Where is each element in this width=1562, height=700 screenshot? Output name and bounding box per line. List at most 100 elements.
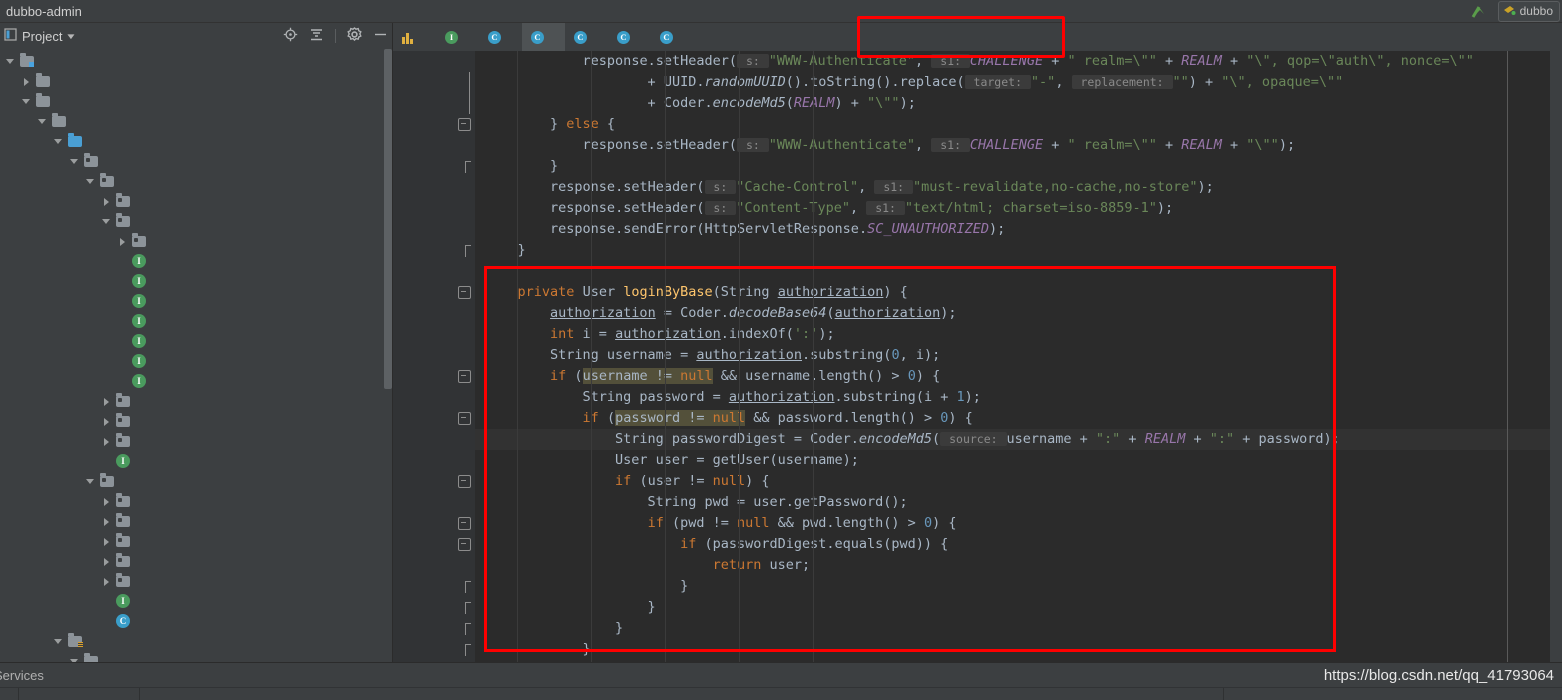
tree-node-util[interactable] bbox=[0, 571, 392, 591]
tree-node-biz-common-i18n[interactable] bbox=[0, 191, 392, 211]
tree-node-dubbo-admin[interactable] bbox=[0, 51, 392, 71]
editor-tab-userservice-java[interactable]: I bbox=[436, 23, 479, 51]
gutter-line-137[interactable] bbox=[393, 93, 475, 114]
twisty[interactable] bbox=[117, 276, 128, 287]
minimize-icon[interactable] bbox=[373, 27, 388, 45]
fold-marker-minus[interactable] bbox=[458, 412, 471, 425]
fold-marker-up[interactable] bbox=[465, 643, 471, 656]
twisty[interactable] bbox=[101, 536, 112, 547]
tree-node-governance[interactable] bbox=[0, 171, 392, 191]
fold-marker-bar[interactable] bbox=[469, 72, 471, 93]
code-line-135[interactable]: response.setHeader( s: "WWW-Authenticate… bbox=[475, 51, 1550, 72]
twisty[interactable] bbox=[101, 436, 112, 447]
twisty[interactable] bbox=[101, 496, 112, 507]
fold-marker-minus[interactable] bbox=[458, 118, 471, 131]
tree-node-userservice[interactable]: I bbox=[0, 371, 392, 391]
gutter-line-155[interactable] bbox=[393, 471, 475, 492]
services-tool-window-button[interactable]: Services bbox=[0, 668, 44, 683]
code-line-144[interactable]: } bbox=[475, 240, 1550, 261]
chevron-down-icon[interactable]: ▼ bbox=[65, 32, 77, 41]
gutter-line-150[interactable] bbox=[393, 366, 475, 387]
tree-node-status[interactable] bbox=[0, 551, 392, 571]
gutter-line-152[interactable] bbox=[393, 408, 475, 429]
tree-node-consumerservice[interactable]: I bbox=[0, 271, 392, 291]
gutter-line-157[interactable] bbox=[393, 513, 475, 534]
code-line-148[interactable]: int i = authorization.indexOf(':'); bbox=[475, 324, 1550, 345]
code-line-146[interactable]: private User loginByBase(String authoriz… bbox=[475, 282, 1550, 303]
tree-node-src[interactable] bbox=[0, 91, 392, 111]
gutter-line-161[interactable] bbox=[393, 597, 475, 618]
tree-node-overrideservice[interactable]: I bbox=[0, 291, 392, 311]
editor-gutter[interactable] bbox=[393, 51, 475, 662]
gutter-line-142[interactable] bbox=[393, 198, 475, 219]
twisty[interactable] bbox=[117, 316, 128, 327]
twisty[interactable] bbox=[53, 636, 64, 647]
run-configuration-selector[interactable]: dubbo bbox=[1497, 0, 1560, 22]
fold-marker-up[interactable] bbox=[465, 601, 471, 614]
gutter-line-159[interactable] bbox=[393, 555, 475, 576]
gutter-line-144[interactable] bbox=[393, 240, 475, 261]
tree-node-main[interactable] bbox=[0, 111, 392, 131]
tree-node-routeservice[interactable]: I bbox=[0, 351, 392, 371]
editor-tab-dubbo-properties[interactable] bbox=[393, 23, 436, 51]
tree-node-meta-inf-spring[interactable] bbox=[0, 651, 392, 662]
gutter-line-135[interactable] bbox=[393, 51, 475, 72]
tree-node-route[interactable] bbox=[0, 531, 392, 551]
twisty[interactable] bbox=[101, 196, 112, 207]
code-line-143[interactable]: response.sendError(HttpServletResponse.S… bbox=[475, 219, 1550, 240]
code-line-139[interactable]: response.setHeader( s: "WWW-Authenticate… bbox=[475, 135, 1550, 156]
twisty[interactable] bbox=[37, 116, 48, 127]
code-line-154[interactable]: User user = getUser(username); bbox=[475, 450, 1550, 471]
twisty[interactable] bbox=[117, 376, 128, 387]
twisty[interactable] bbox=[117, 336, 128, 347]
gutter-line-153[interactable] bbox=[393, 429, 475, 450]
code-line-162[interactable]: } bbox=[475, 618, 1550, 639]
gutter-line-146[interactable] bbox=[393, 282, 475, 303]
tree-node-domain[interactable] bbox=[0, 491, 392, 511]
gutter-line-139[interactable] bbox=[393, 135, 475, 156]
code-line-136[interactable]: + UUID.randomUUID().toString().replace( … bbox=[475, 72, 1550, 93]
tree-node-impl[interactable] bbox=[0, 231, 392, 251]
tree-node-registry[interactable] bbox=[0, 511, 392, 531]
code-line-152[interactable]: if (password != null && password.length(… bbox=[475, 408, 1550, 429]
fold-marker-minus[interactable] bbox=[458, 370, 471, 383]
twisty[interactable] bbox=[85, 476, 96, 487]
tree-node-sync[interactable] bbox=[0, 411, 392, 431]
code-line-149[interactable]: String username = authorization.substrin… bbox=[475, 345, 1550, 366]
code-editor[interactable]: response.setHeader( s: "WWW-Authenticate… bbox=[475, 51, 1550, 662]
tree-node-ownerservice[interactable]: I bbox=[0, 311, 392, 331]
twisty[interactable] bbox=[101, 596, 112, 607]
tree-node-pagecontext[interactable]: I bbox=[0, 451, 392, 471]
editor-tab-userserviceimpl-java[interactable]: C bbox=[479, 23, 522, 51]
twisty[interactable] bbox=[101, 616, 112, 627]
gutter-line-147[interactable] bbox=[393, 303, 475, 324]
fold-marker-minus[interactable] bbox=[458, 286, 471, 299]
tree-node-registry-common[interactable] bbox=[0, 471, 392, 491]
code-line-147[interactable]: authorization = Coder.decodeBase64(autho… bbox=[475, 303, 1550, 324]
code-line-150[interactable]: if (username != null && username.length(… bbox=[475, 366, 1550, 387]
gutter-line-158[interactable] bbox=[393, 534, 475, 555]
twisty[interactable] bbox=[117, 356, 128, 367]
tree-node-com-alibaba-dubbo[interactable] bbox=[0, 151, 392, 171]
fold-marker-bar[interactable] bbox=[469, 93, 471, 114]
tree-node-providerservice[interactable]: I bbox=[0, 331, 392, 351]
gutter-line-149[interactable] bbox=[393, 345, 475, 366]
tree-node--idea[interactable] bbox=[0, 71, 392, 91]
gutter-line-162[interactable] bbox=[393, 618, 475, 639]
gutter-line-154[interactable] bbox=[393, 450, 475, 471]
twisty[interactable] bbox=[5, 56, 16, 67]
fold-marker-minus[interactable] bbox=[458, 475, 471, 488]
code-line-157[interactable]: if (pwd != null && pwd.length() > 0) { bbox=[475, 513, 1550, 534]
twisty[interactable] bbox=[101, 396, 112, 407]
locate-icon[interactable] bbox=[283, 27, 298, 45]
code-line-153[interactable]: String passwordDigest = Coder.encodeMd5(… bbox=[475, 429, 1550, 450]
code-line-145[interactable] bbox=[475, 261, 1550, 282]
editor-tab-coder-java[interactable]: C bbox=[565, 23, 608, 51]
twisty[interactable] bbox=[21, 96, 32, 107]
code-line-142[interactable]: response.setHeader( s: "Content-Type", s… bbox=[475, 198, 1550, 219]
code-line-161[interactable]: } bbox=[475, 597, 1550, 618]
twisty[interactable] bbox=[101, 556, 112, 567]
fold-marker-up[interactable] bbox=[465, 244, 471, 257]
fold-marker-up[interactable] bbox=[465, 580, 471, 593]
code-line-140[interactable]: } bbox=[475, 156, 1550, 177]
